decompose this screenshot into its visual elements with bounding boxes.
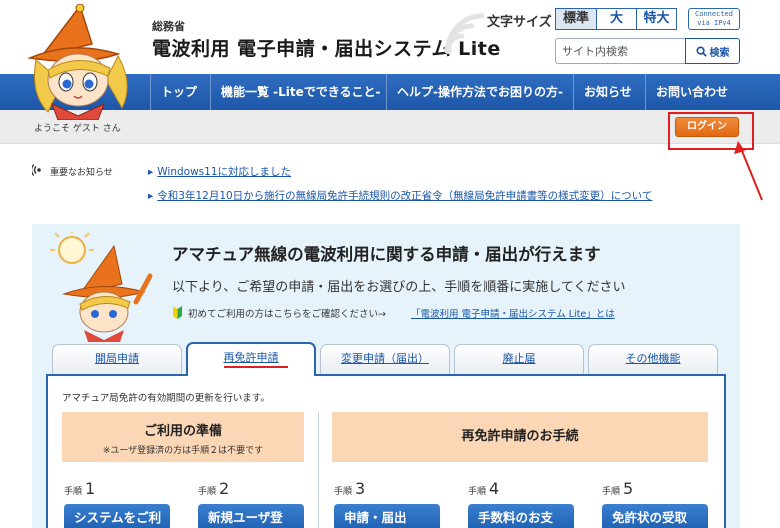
step-prefix: 手順 [468, 487, 487, 497]
nav-item-top[interactable]: トップ [150, 74, 197, 110]
about-lite-link[interactable]: 「電波利用 電子申請・届出システム Lite」とは [411, 306, 615, 320]
notice-link-regulation[interactable]: 令和3年12月10日から施行の無線局免許手続規則の改正省令（無線局免許申請書等の… [148, 188, 652, 203]
font-size-label: 文字サイズ [487, 15, 552, 30]
nav-item-contact[interactable]: お問い合わせ [645, 74, 728, 110]
tab-other-functions[interactable]: その他機能 [588, 344, 718, 374]
preparation-note: ※ユーザ登録済の方は手順２は不要です [102, 446, 264, 456]
step-fee-payment-button[interactable]: 手数料のお支 [468, 504, 574, 528]
preparation-title: ご利用の準備 [143, 424, 222, 439]
beginner-mark-icon [173, 306, 182, 319]
site-search-input[interactable] [555, 38, 685, 64]
font-size-selector: 標準 大 特大 [555, 8, 677, 30]
wireless-wave-icon [444, 13, 485, 54]
panel-heading: アマチュア無線の電波利用に関する申請・届出が行えます [172, 245, 601, 264]
site-header: 総務省 電波利用 電子申請・届出システム Lite 文字サイズ 標準 大 特大 … [0, 0, 780, 120]
notice-link-windows11[interactable]: Windows11に対応しました [148, 164, 291, 179]
preparation-header: ご利用の準備 ※ユーザ登録済の方は手順２は不要です [62, 412, 304, 462]
tab-relicense[interactable]: 再免許申請 [186, 342, 316, 376]
step-license-receipt-button[interactable]: 免許状の受取 [602, 504, 708, 528]
panel-subheading: 以下より、ご希望の申請・届出をお選びの上、手順を順番に実施してください [172, 280, 626, 295]
important-notice-label: 重要なお知らせ [50, 168, 113, 178]
tab-new-station[interactable]: 開局申請 [52, 344, 182, 374]
step-label-1: 手順 1 [64, 479, 95, 498]
step-prefix: 手順 [64, 487, 83, 497]
step-label-2: 手順 2 [198, 479, 229, 498]
first-time-note: 初めてご利用の方はこちらをご確認ください→ [188, 309, 386, 320]
mascot-with-lightbulb-icon [50, 232, 153, 342]
step-number: 4 [489, 479, 500, 498]
active-tab-underline [224, 366, 288, 368]
welcome-text: ようこそ ゲスト さん [34, 124, 121, 134]
step-application-button[interactable]: 申請・届出 [334, 504, 440, 528]
step-number: 1 [85, 479, 96, 498]
search-button-label: 検索 [709, 47, 730, 59]
step-system-requirements-button[interactable]: システムをご利 [64, 504, 170, 528]
step-prefix: 手順 [198, 487, 217, 497]
login-button[interactable]: ログイン [675, 117, 739, 137]
step-number: 2 [219, 479, 230, 498]
tab-change-request[interactable]: 変更申請（届出） [320, 344, 450, 374]
mascot-logo-icon[interactable] [22, 4, 142, 120]
step-prefix: 手順 [334, 487, 353, 497]
annotation-arrow-icon [734, 141, 763, 201]
ipv4-badge-line2: via IPv4 [697, 19, 731, 27]
ipv4-badge-line1: Connected [695, 10, 733, 18]
step-label-5: 手順 5 [602, 479, 633, 498]
ministry-label: 総務省 [152, 20, 185, 33]
step-label-3: 手順 3 [334, 479, 365, 498]
nav-item-help[interactable]: ヘルプ-操作方法でお困りの方- [386, 74, 563, 110]
ipv4-badge: Connected via IPv4 [688, 8, 740, 30]
font-size-xlarge-button[interactable]: 特大 [636, 9, 676, 29]
step-number: 3 [355, 479, 366, 498]
search-button[interactable]: 検索 [685, 38, 740, 64]
step-number: 5 [623, 479, 634, 498]
tab-abolition[interactable]: 廃止届 [454, 344, 584, 374]
step-label-4: 手順 4 [468, 479, 499, 498]
procedure-header: 再免許申請のお手続 [332, 412, 708, 462]
nav-item-features[interactable]: 機能一覧 -Liteでできること- [210, 74, 381, 110]
tab-description: アマチュア局免許の有効期間の更新を行います。 [62, 393, 270, 404]
font-size-large-button[interactable]: 大 [596, 9, 636, 29]
nav-item-news[interactable]: お知らせ [573, 74, 632, 110]
step-prefix: 手順 [602, 487, 621, 497]
step-user-registration-button[interactable]: 新規ユーザ登 [198, 504, 304, 528]
section-divider [318, 412, 319, 528]
font-size-standard-button[interactable]: 標準 [556, 9, 596, 29]
broadcast-icon [32, 164, 41, 176]
search-icon [695, 45, 707, 57]
